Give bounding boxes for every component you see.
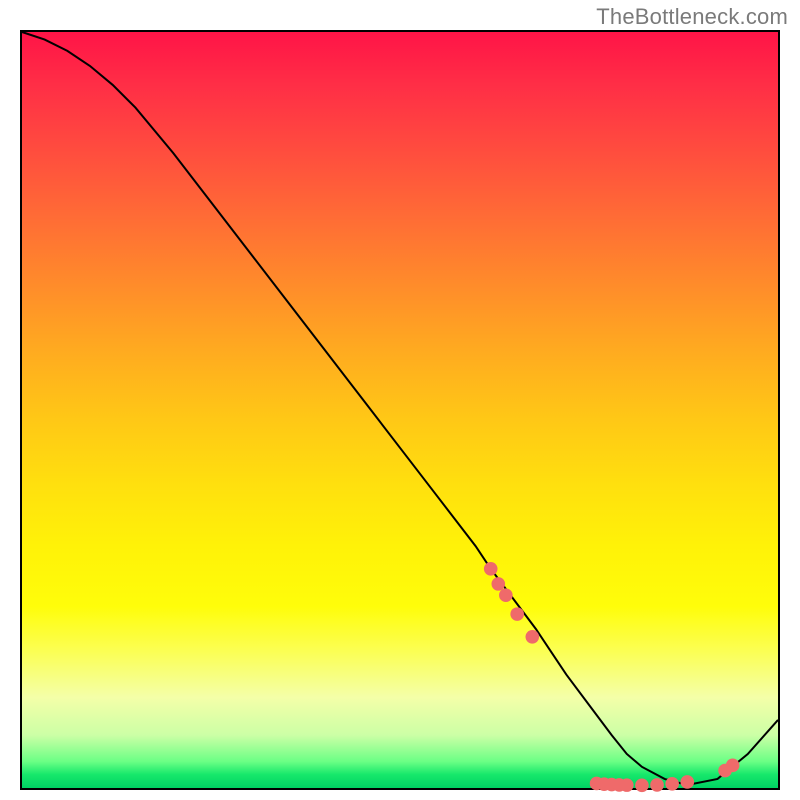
- curve-svg: [22, 32, 778, 788]
- attribution-text: TheBottleneck.com: [596, 4, 788, 30]
- curve-line: [22, 32, 778, 785]
- marker-dots: [484, 562, 740, 792]
- chart-container: TheBottleneck.com: [0, 0, 800, 800]
- plot-area: [20, 30, 780, 790]
